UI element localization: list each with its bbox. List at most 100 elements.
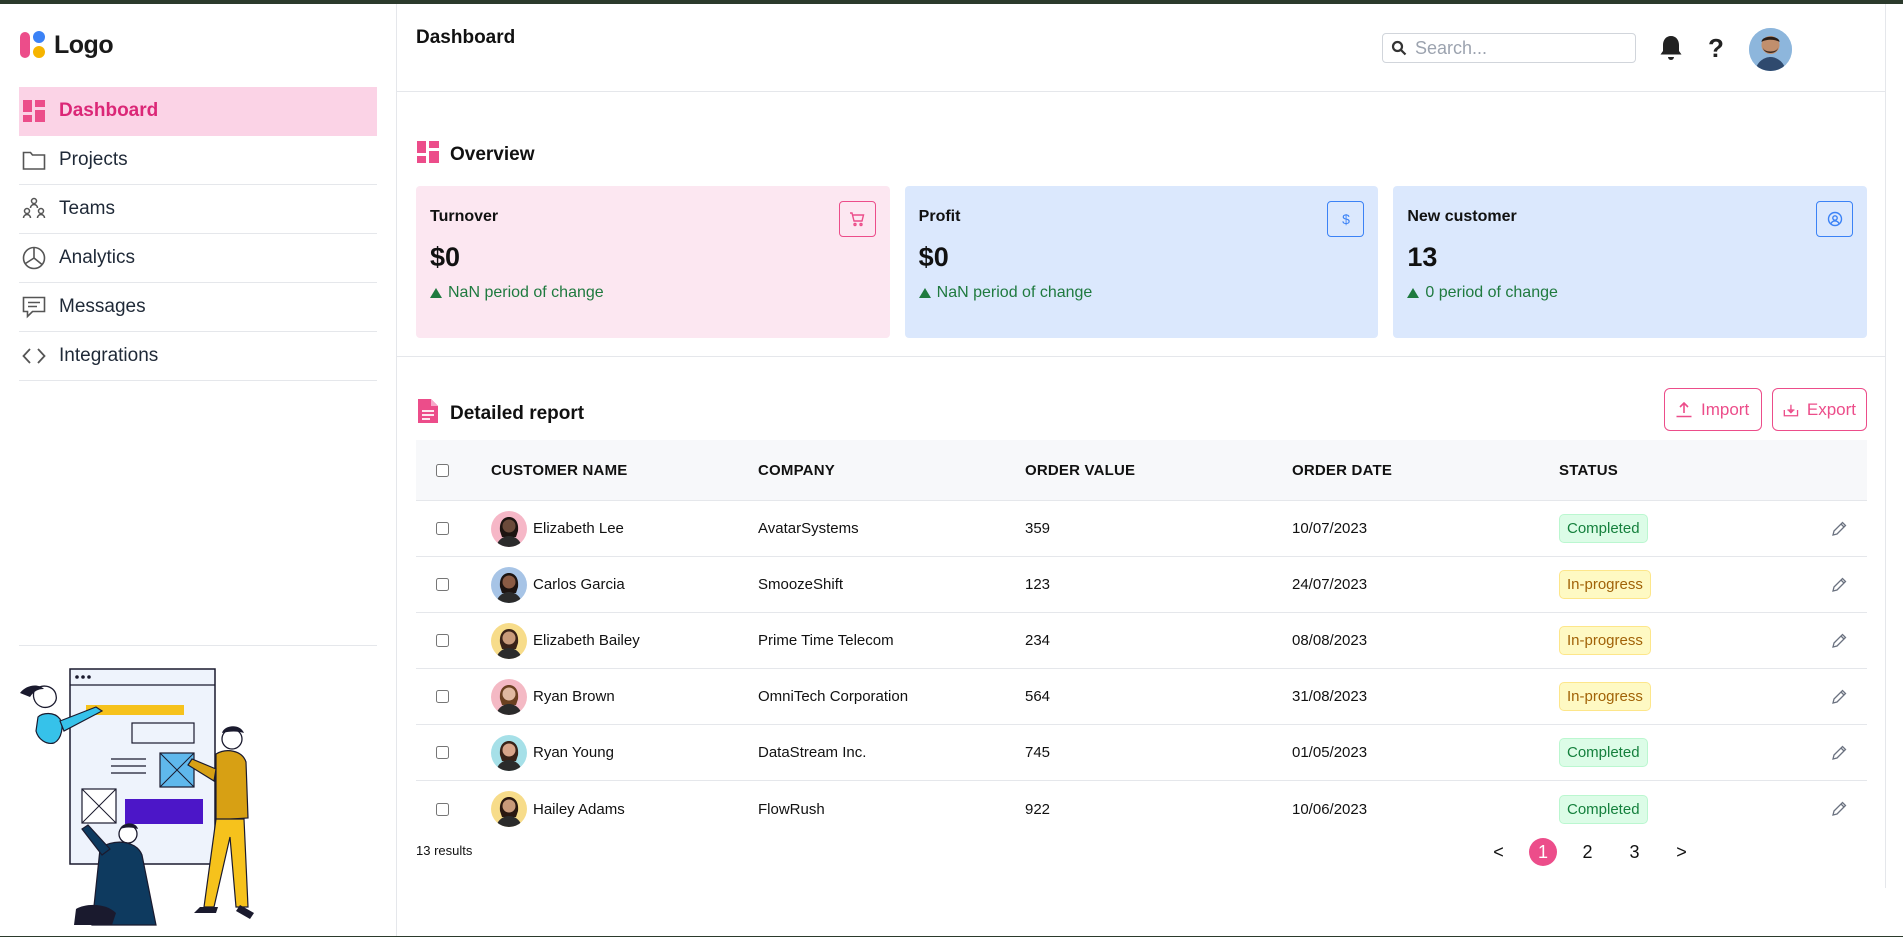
page-button-1[interactable]: 1 [1529,838,1557,866]
status-badge: Completed [1559,794,1648,824]
sidebar-item-label: Teams [59,198,115,219]
row-checkbox[interactable] [436,634,449,647]
overview-header: Overview [416,140,535,169]
sidebar-item-dashboard[interactable]: Dashboard [19,87,377,136]
customer-avatar [491,622,527,659]
table-row[interactable]: Ryan Young DataStream Inc. 745 01/05/2023 Co… [416,725,1867,781]
sidebar-item-analytics[interactable]: Analytics [19,234,377,283]
page-title: Dashboard [416,27,516,48]
select-all-checkbox[interactable] [436,463,449,477]
order-value-cell: 745 [1025,744,1051,761]
sidebar-item-teams[interactable]: Teams [19,185,377,234]
edit-cell [1809,801,1867,817]
export-button[interactable]: Export [1772,388,1867,431]
user-circle-icon-button[interactable] [1816,201,1854,237]
card-change: NaN period of change [430,284,604,302]
row-checkbox[interactable] [436,522,449,535]
edit-pencil-icon[interactable] [1831,521,1847,537]
table-row[interactable]: Elizabeth Lee AvatarSystems 359 10/07/2023 C… [416,501,1867,557]
search-input[interactable] [1415,37,1625,59]
upload-icon [1676,401,1692,417]
edit-pencil-icon[interactable] [1831,633,1847,649]
order-value-cell: 123 [1025,576,1051,593]
customer-name: Ryan Brown [533,688,615,705]
edit-pencil-icon[interactable] [1831,801,1847,817]
import-button[interactable]: Import [1664,388,1762,431]
sidebar-item-label: Dashboard [59,100,159,121]
column-header[interactable]: ORDER DATE [1292,462,1559,479]
cart-icon [850,212,865,227]
customer-name: Hailey Adams [533,800,625,818]
card-change-text: NaN period of change [936,284,1093,301]
logo[interactable]: Logo [20,30,114,60]
sidebar-item-integrations[interactable]: Integrations [19,332,377,381]
dashboard-icon [416,140,440,169]
status-cell: In-progress [1559,570,1809,599]
customer-avatar [491,734,527,771]
customer-name: Ryan Young [533,744,614,761]
status-cell: Completed [1559,738,1809,767]
order-value-cell: 359 [1025,520,1051,537]
company-cell: OmniTech Corporation [758,688,909,705]
status-badge: Completed [1559,514,1648,543]
table-body: Elizabeth Lee AvatarSystems 359 10/07/2023 C… [416,501,1867,837]
sidebar-item-projects[interactable]: Projects [19,136,377,185]
row-checkbox[interactable] [436,578,449,591]
overview-cards: Turnover $0 NaN period of change Profit … [416,186,1868,338]
message-icon [21,294,47,320]
select-all-cell [416,463,491,477]
row-checkbox[interactable] [436,802,449,816]
prev-page-button[interactable]: < [1482,838,1515,866]
column-header[interactable]: CUSTOMER NAME [491,462,758,479]
help-icon[interactable]: ? [1706,32,1726,63]
search-box[interactable] [1382,33,1636,63]
sidebar-item-label: Projects [59,149,128,170]
logo-mark-icon [20,30,48,60]
up-arrow-icon [1407,288,1420,298]
sidebar-item-messages[interactable]: Messages [19,283,377,332]
svg-text:$: $ [1342,211,1350,227]
column-header[interactable]: COMPANY [758,462,1025,479]
edit-pencil-icon[interactable] [1831,745,1847,761]
page-button-2[interactable]: 2 [1571,838,1604,866]
dollar-icon-button[interactable]: $ [1327,201,1365,237]
code-icon [21,343,47,369]
customer-name: Elizabeth Lee [533,520,624,537]
row-select-cell [416,690,491,703]
sidebar-item-label: Integrations [59,345,159,366]
column-header[interactable]: STATUS [1559,462,1809,479]
next-page-button[interactable]: > [1665,838,1698,866]
page-button-3[interactable]: 3 [1618,838,1651,866]
status-cell: In-progress [1559,626,1809,655]
download-icon [1783,404,1799,416]
edit-pencil-icon[interactable] [1831,689,1847,705]
table-row[interactable]: Ryan Brown OmniTech Corporation 564 31/08/2… [416,669,1867,725]
turnover-card: Turnover $0 NaN period of change [416,186,890,338]
status-badge: In-progress [1559,626,1651,655]
user-circle-icon [1827,211,1842,227]
teams-icon [21,196,47,222]
notification-bell-icon[interactable] [1659,34,1685,64]
user-avatar[interactable] [1749,28,1792,71]
customer-name: Carlos Garcia [533,576,625,593]
company-cell: FlowRush [758,800,825,818]
report-header: Detailed report [416,398,584,429]
pagination: < 1 2 3 > [1468,838,1698,866]
status-badge: In-progress [1559,570,1651,599]
table-row[interactable]: Carlos Garcia SmoozeShift 123 24/07/2023 In-… [416,557,1867,613]
cart-icon-button[interactable] [838,201,876,237]
card-value: 13 [1407,242,1438,272]
report-table: CUSTOMER NAME COMPANY ORDER VALUE ORDER … [416,440,1867,837]
table-row[interactable]: Hailey Adams FlowRush 922 10/06/2023 Complet… [416,781,1867,837]
edit-pencil-icon[interactable] [1831,577,1847,593]
table-row[interactable]: Elizabeth Bailey Prime Time Telecom 234 08/… [416,613,1867,669]
card-change-text: NaN period of change [448,284,604,301]
sidebar-item-label: Analytics [59,247,136,268]
import-label: Import [1701,399,1750,419]
customer-avatar [491,510,527,547]
row-checkbox[interactable] [436,746,449,759]
order-date-cell: 08/08/2023 [1292,632,1368,649]
column-header[interactable]: ORDER VALUE [1025,462,1292,479]
row-checkbox[interactable] [436,690,449,703]
order-value-cell: 564 [1025,688,1051,705]
